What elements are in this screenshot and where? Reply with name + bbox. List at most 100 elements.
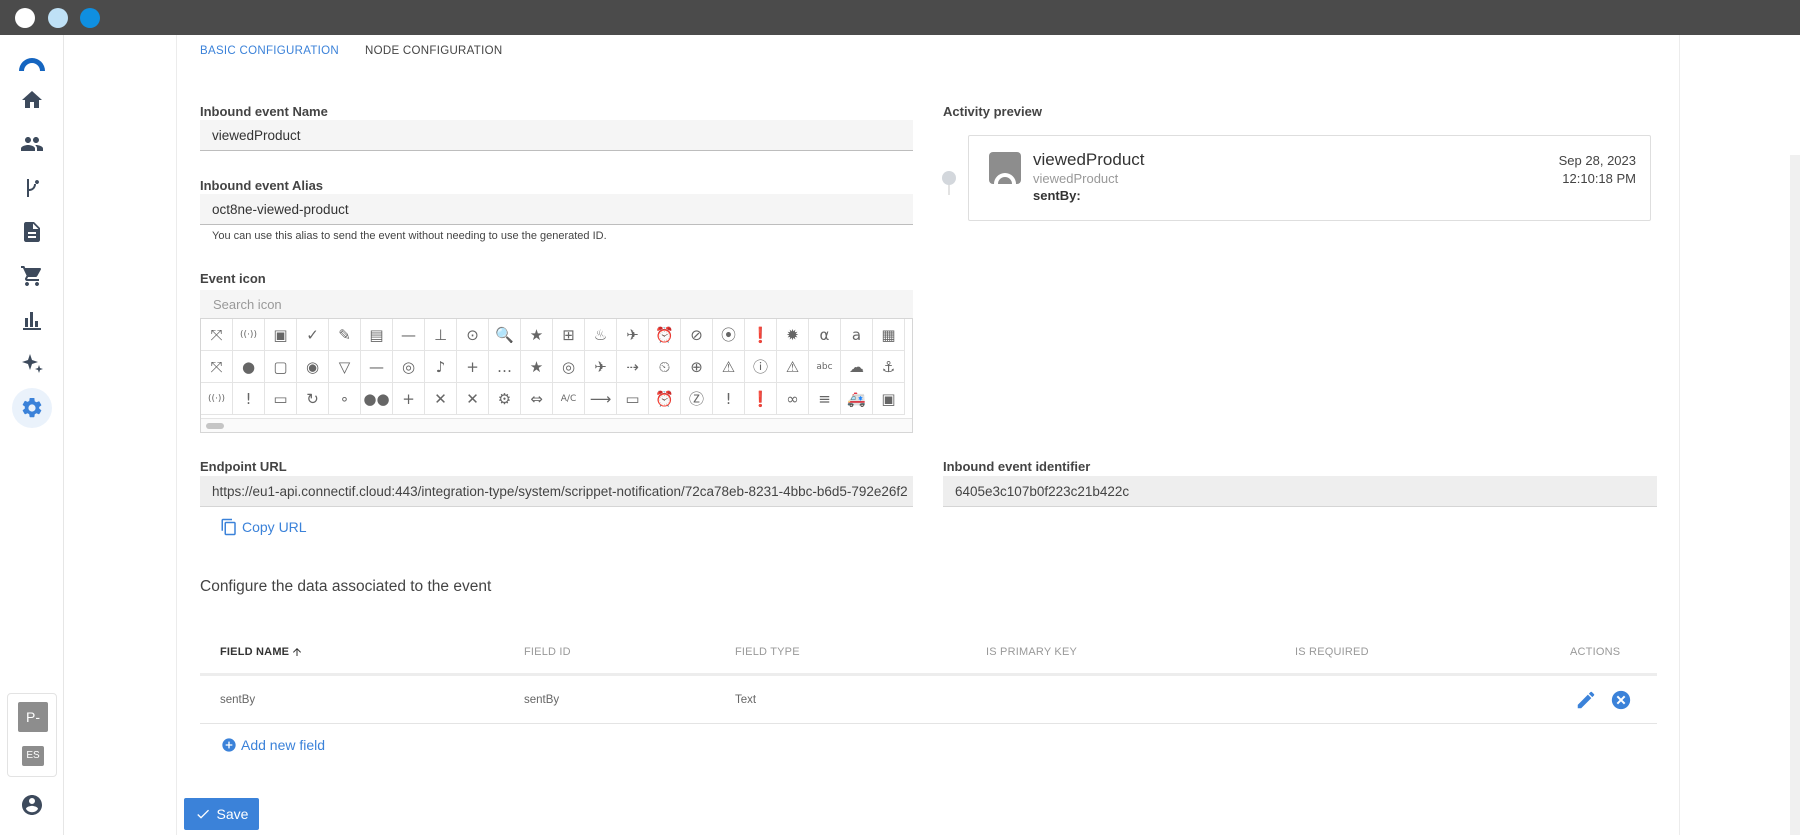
sidebar-item-settings[interactable] xyxy=(12,388,52,428)
icon-option[interactable]: ★ xyxy=(521,351,553,383)
sidebar-item-content[interactable] xyxy=(12,212,52,252)
window-close-button[interactable] xyxy=(15,8,35,28)
sidebar-item-workflows[interactable] xyxy=(12,168,52,208)
add-new-field-button[interactable]: Add new field xyxy=(221,737,325,753)
tab-node-configuration[interactable]: NODE CONFIGURATION xyxy=(365,45,502,57)
icon-option[interactable]: ◎ xyxy=(393,351,425,383)
icon-option[interactable]: ⚠ xyxy=(777,351,809,383)
icon-option[interactable]: ⊥ xyxy=(425,319,457,351)
icon-option[interactable]: … xyxy=(489,351,521,383)
icon-grid-scrollbar[interactable] xyxy=(201,418,912,432)
window-minimize-button[interactable] xyxy=(48,8,68,28)
icon-option[interactable]: ♪ xyxy=(425,351,457,383)
icon-option[interactable]: ⚓ xyxy=(873,351,905,383)
icon-option[interactable]: ∞ xyxy=(777,383,809,415)
connectif-logo-icon[interactable] xyxy=(17,55,47,71)
icon-option[interactable]: ⏰ xyxy=(649,319,681,351)
icon-option[interactable]: ▤ xyxy=(361,319,393,351)
icon-option[interactable]: ((·)) xyxy=(201,383,233,415)
icon-option[interactable]: ⤧ xyxy=(201,319,233,351)
locale-badge[interactable]: ES xyxy=(22,746,44,766)
icon-option[interactable]: ● xyxy=(233,351,265,383)
icon-option[interactable]: ⦿ xyxy=(713,319,745,351)
icon-option[interactable]: ⏰ xyxy=(649,383,681,415)
icon-option[interactable]: 🚑 xyxy=(841,383,873,415)
icon-option[interactable]: ◉ xyxy=(297,351,329,383)
icon-option[interactable]: ⇢ xyxy=(617,351,649,383)
icon-option[interactable]: Ⓩ xyxy=(681,383,713,415)
icon-option[interactable]: ▦ xyxy=(873,319,905,351)
icon-option[interactable]: ⚠ xyxy=(713,351,745,383)
icon-option[interactable]: ≡ xyxy=(809,383,841,415)
event-alias-input[interactable]: oct8ne-viewed-product xyxy=(200,194,913,225)
icon-option[interactable]: ❗ xyxy=(745,319,777,351)
icon-option[interactable]: ▽ xyxy=(329,351,361,383)
window-maximize-button[interactable] xyxy=(80,8,100,28)
icon-option[interactable]: ✓ xyxy=(297,319,329,351)
column-field-name[interactable]: FIELD NAME xyxy=(220,646,303,658)
icon-option[interactable]: ✎ xyxy=(329,319,361,351)
icon-option[interactable]: α xyxy=(809,319,841,351)
icon-option[interactable]: ∘ xyxy=(329,383,361,415)
icon-option[interactable]: + xyxy=(457,351,489,383)
endpoint-url-field[interactable]: https://eu1-api.connectif.cloud:443/inte… xyxy=(200,476,913,507)
icon-option[interactable]: ! xyxy=(713,383,745,415)
icon-option[interactable]: ✕ xyxy=(457,383,489,415)
account-avatar[interactable]: P- xyxy=(18,702,48,732)
icon-option[interactable]: A/C xyxy=(553,383,585,415)
icon-option[interactable]: ⊘ xyxy=(681,319,713,351)
sidebar-item-contacts[interactable] xyxy=(12,124,52,164)
column-field-id[interactable]: FIELD ID xyxy=(524,646,571,658)
sidebar-item-home[interactable] xyxy=(12,80,52,120)
icon-option[interactable]: ⤧ xyxy=(201,351,233,383)
icon-option[interactable]: ▣ xyxy=(873,383,905,415)
delete-field-button[interactable] xyxy=(1610,689,1632,711)
icon-option[interactable]: ⊕ xyxy=(681,351,713,383)
event-name-input[interactable]: viewedProduct xyxy=(200,120,913,151)
sidebar-item-reports[interactable] xyxy=(12,300,52,340)
icon-option[interactable]: ▭ xyxy=(265,383,297,415)
column-field-type[interactable]: FIELD TYPE xyxy=(735,646,800,658)
column-is-primary-key[interactable]: IS PRIMARY KEY xyxy=(986,646,1077,658)
icon-option[interactable]: ▢ xyxy=(265,351,297,383)
icon-option[interactable]: ✈ xyxy=(585,351,617,383)
save-button[interactable]: Save xyxy=(184,798,259,830)
icon-option[interactable]: ❗ xyxy=(745,383,777,415)
icon-search-input[interactable] xyxy=(200,290,913,318)
icon-option[interactable]: — xyxy=(393,319,425,351)
sidebar-item-store[interactable] xyxy=(12,256,52,296)
icon-option[interactable]: ⚙ xyxy=(489,383,521,415)
edit-field-button[interactable] xyxy=(1575,689,1597,711)
tab-basic-configuration[interactable]: BASIC CONFIGURATION xyxy=(200,45,339,57)
icon-option[interactable]: — xyxy=(361,351,393,383)
icon-option[interactable]: a xyxy=(841,319,873,351)
icon-option[interactable]: ✈ xyxy=(617,319,649,351)
column-is-required[interactable]: IS REQUIRED xyxy=(1295,646,1369,658)
icon-option[interactable]: ! xyxy=(233,383,265,415)
icon-option[interactable]: ⓘ xyxy=(745,351,777,383)
icon-option[interactable]: ⇔ xyxy=(521,383,553,415)
icon-option[interactable]: ★ xyxy=(521,319,553,351)
icon-option[interactable]: ▭ xyxy=(617,383,649,415)
copy-url-button[interactable]: Copy URL xyxy=(220,518,307,536)
icon-option[interactable]: ⊞ xyxy=(553,319,585,351)
event-identifier-field[interactable]: 6405e3c107b0f223c21b422c xyxy=(943,476,1657,507)
icon-option[interactable]: ⏲ xyxy=(649,351,681,383)
page-scrollbar[interactable] xyxy=(1790,155,1800,835)
icon-option[interactable]: ✕ xyxy=(425,383,457,415)
account-switcher[interactable]: P- ES xyxy=(7,693,57,777)
icon-option[interactable]: ⟶ xyxy=(585,383,617,415)
icon-grid-scroll-thumb[interactable] xyxy=(206,423,224,429)
icon-option[interactable]: abc xyxy=(809,351,841,383)
icon-option[interactable]: ◎ xyxy=(553,351,585,383)
icon-option[interactable]: 🔍 xyxy=(489,319,521,351)
icon-option[interactable]: ✹ xyxy=(777,319,809,351)
user-profile-button[interactable] xyxy=(20,793,44,817)
icon-option[interactable]: ♨ xyxy=(585,319,617,351)
icon-option[interactable]: ▣ xyxy=(265,319,297,351)
icon-option[interactable]: ●● xyxy=(361,383,393,415)
icon-option[interactable]: ↻ xyxy=(297,383,329,415)
sidebar-item-ai[interactable] xyxy=(12,344,52,384)
icon-option[interactable]: ⊙ xyxy=(457,319,489,351)
icon-option[interactable]: ((·)) xyxy=(233,319,265,351)
